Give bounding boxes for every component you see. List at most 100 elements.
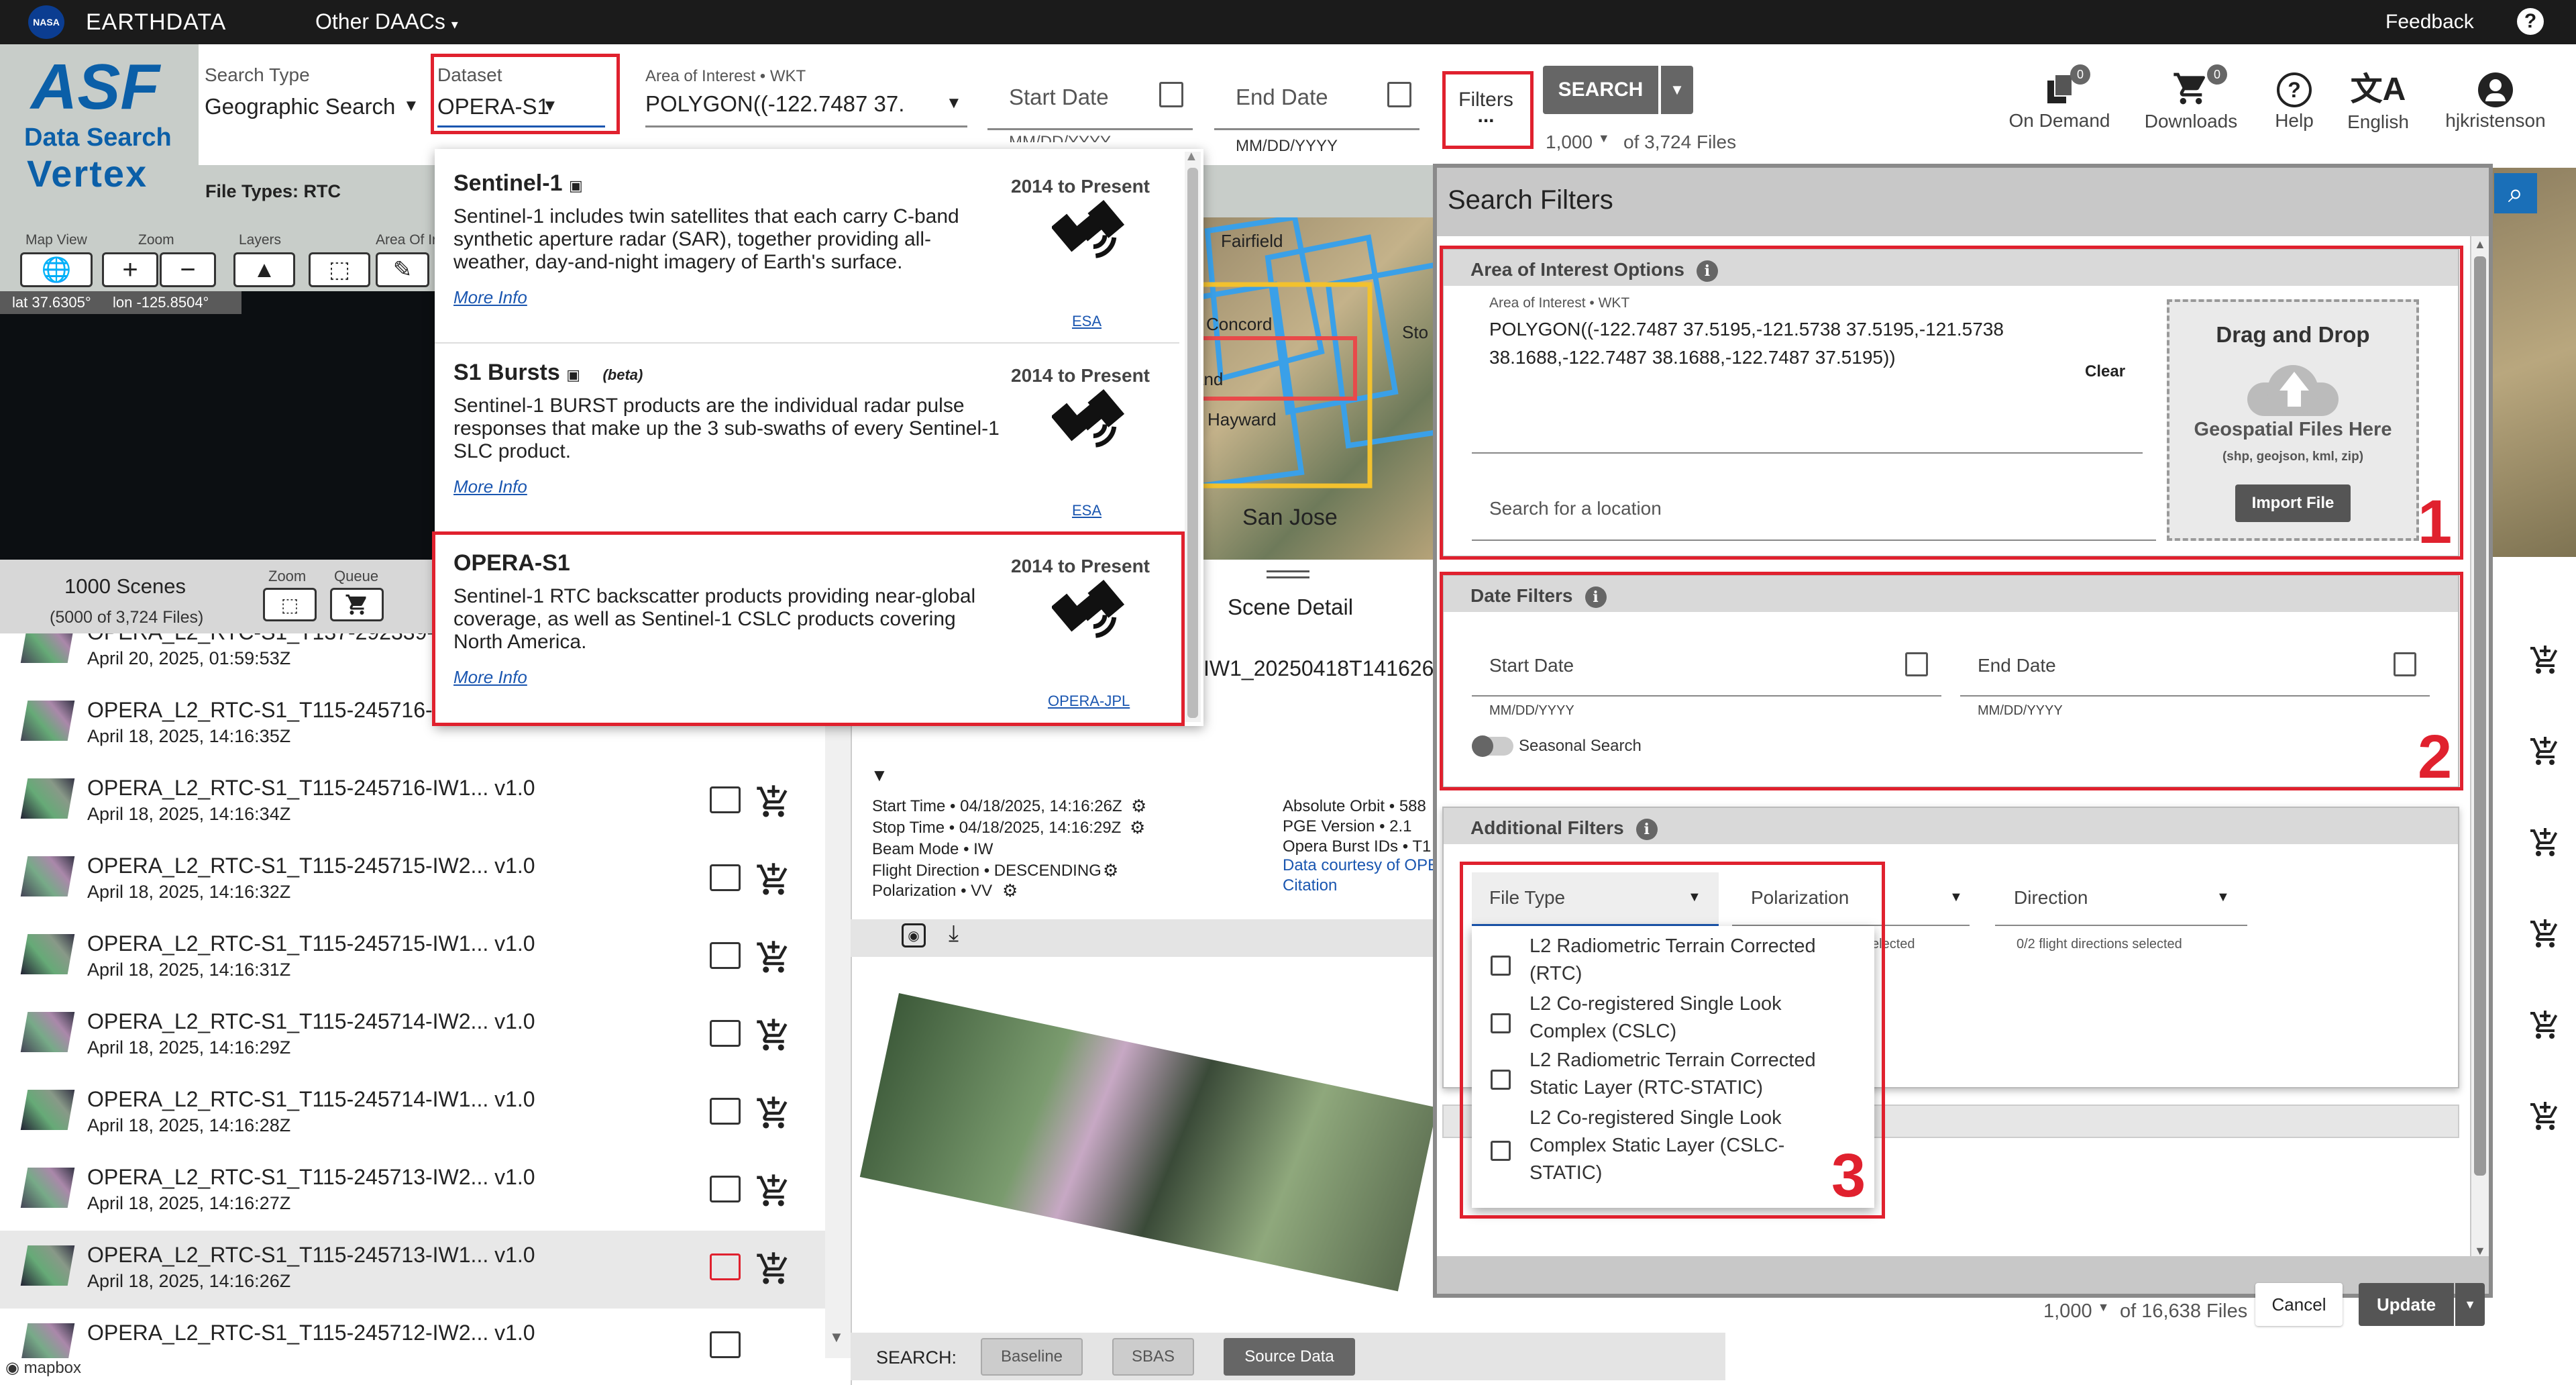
language-nav[interactable]: 文A English — [2341, 64, 2415, 138]
result-row[interactable]: OPERA_L2_RTC-S1_T115-245714-IW2... v1.0 … — [0, 997, 825, 1075]
map-imagery-right[interactable] — [2490, 168, 2576, 557]
download-icon[interactable]: ⤓ — [949, 921, 959, 947]
view-image-icon[interactable]: ◉ — [902, 923, 926, 947]
calendar-icon[interactable] — [1159, 82, 1183, 107]
more-info-link[interactable]: More Info — [453, 667, 527, 688]
import-file-button[interactable]: Import File — [2235, 484, 2351, 522]
baseline-button[interactable]: Baseline — [981, 1338, 1083, 1376]
info-icon[interactable]: i — [1635, 819, 1658, 840]
checkbox[interactable] — [1491, 1013, 1511, 1033]
update-dropdown-button[interactable]: ▼ — [2455, 1283, 2485, 1326]
add-to-queue-button[interactable] — [755, 784, 792, 823]
zoom-to-scene-button[interactable] — [710, 1098, 741, 1125]
expand-triangle-icon[interactable]: ▼ — [871, 765, 888, 786]
calendar-icon[interactable] — [1387, 82, 1411, 107]
wkt-textarea[interactable]: POLYGON((-122.7487 37.5195,-121.5738 37.… — [1472, 313, 2143, 454]
cart-plus-icon[interactable] — [2529, 1100, 2561, 1136]
dataset-select[interactable]: OPERA-S1 ▼ — [437, 94, 605, 127]
search-icon[interactable]: ⌕ — [2494, 173, 2537, 213]
cart-plus-icon[interactable] — [2529, 827, 2561, 862]
downloads-nav[interactable]: 0 Downloads — [2137, 64, 2245, 138]
file-type-option-rtc[interactable]: L2 Radiometric Terrain Corrected (RTC) — [1472, 933, 1874, 989]
result-row-selected[interactable]: OPERA_L2_RTC-S1_T115-245713-IW1... v1.0 … — [0, 1231, 825, 1309]
checkbox[interactable] — [1491, 1070, 1511, 1090]
direction-select[interactable]: Direction ▼ — [1995, 872, 2247, 926]
add-to-queue-button[interactable] — [755, 1095, 792, 1135]
external-link-icon[interactable]: ▣ — [569, 177, 583, 194]
add-to-queue-button[interactable] — [755, 1173, 792, 1213]
other-daacs-menu[interactable]: Other DAACs ▾ — [315, 9, 458, 34]
info-icon[interactable]: i — [1585, 586, 1607, 608]
result-row[interactable]: OPERA_L2_RTC-S1_T115-245715-IW1... v1.0 … — [0, 919, 825, 997]
source-data-button[interactable]: Source Data — [1224, 1338, 1355, 1376]
result-row[interactable]: OPERA_L2_RTC-S1_T115-245714-IW1... v1.0 … — [0, 1075, 825, 1153]
panel-end-date-input[interactable]: End Date — [1960, 646, 2430, 697]
gear-icon[interactable]: ⚙ — [1002, 880, 1018, 901]
search-button[interactable]: SEARCH — [1543, 66, 1658, 114]
panel-scroll-thumb[interactable] — [2474, 256, 2486, 1176]
add-to-queue-button[interactable] — [755, 862, 792, 901]
gear-icon[interactable]: ⚙ — [1103, 860, 1118, 881]
polarization-select[interactable]: Polarization ▼ — [1732, 872, 1970, 926]
zoom-to-scene-button[interactable] — [710, 1020, 741, 1047]
seasonal-toggle[interactable] — [1472, 735, 1513, 757]
data-courtesy-link[interactable]: Data courtesy of OPE — [1283, 856, 1438, 875]
add-to-queue-button[interactable] — [755, 1251, 792, 1290]
dataset-option-sentinel-1[interactable]: Sentinel-1 ▣ 2014 to Present Sentinel-1 … — [435, 156, 1179, 344]
dataset-option-opera-s1[interactable]: OPERA-S1 2014 to Present Sentinel-1 RTC … — [435, 535, 1179, 723]
citation-link[interactable]: Citation — [1283, 876, 1337, 895]
start-date-input[interactable]: Start Date — [987, 81, 1193, 130]
cart-plus-icon[interactable] — [2529, 1009, 2561, 1045]
scroll-up-icon[interactable]: ▲ — [1185, 149, 1198, 164]
scroll-down-icon[interactable]: ▼ — [829, 1329, 844, 1346]
globe-icon[interactable]: 🌐 — [20, 252, 93, 287]
feedback-link[interactable]: Feedback — [2385, 11, 2474, 34]
pencil-icon[interactable]: ✎ — [376, 252, 429, 287]
dataset-option-s1-bursts[interactable]: S1 Bursts ▣ (beta) 2014 to Present Senti… — [435, 345, 1179, 533]
drag-handle-icon[interactable] — [1267, 570, 1309, 578]
external-link-icon[interactable]: ▣ — [566, 366, 580, 383]
checkbox[interactable] — [1491, 1141, 1511, 1161]
dropdown-scroll-thumb[interactable] — [1187, 168, 1198, 718]
gear-icon[interactable]: ⚙ — [1131, 796, 1146, 817]
calendar-icon[interactable] — [2394, 652, 2416, 676]
gear-icon[interactable]: ⚙ — [1130, 817, 1145, 838]
zoom-to-scene-button[interactable] — [710, 786, 741, 813]
filters-button[interactable]: Filters ... — [1442, 72, 1529, 146]
file-type-select[interactable]: File Type ▼ — [1472, 872, 1719, 926]
file-type-option-cslc[interactable]: L2 Co-registered Single Look Complex (CS… — [1472, 990, 1874, 1047]
panel-start-date-input[interactable]: Start Date — [1472, 646, 1941, 697]
help-circle-icon[interactable]: ? — [2517, 8, 2544, 35]
result-row[interactable]: OPERA_L2_RTC-S1_T115-245715-IW2... v1.0 … — [0, 841, 825, 919]
add-to-queue-button[interactable] — [755, 939, 792, 979]
zoom-all-button[interactable]: ⬚ — [263, 588, 317, 621]
more-info-link[interactable]: More Info — [453, 476, 527, 497]
zoom-to-scene-button[interactable] — [710, 942, 741, 969]
search-type-select[interactable]: Geographic Search ▼ — [205, 94, 426, 127]
more-info-link[interactable]: More Info — [453, 287, 527, 308]
results-scrollbar[interactable] — [825, 633, 851, 1358]
result-row[interactable]: OPERA_L2_RTC-S1_T115-245716-IW1... v1.0 … — [0, 764, 825, 841]
earthdata-brand[interactable]: EARTHDATA — [86, 9, 226, 36]
result-row[interactable]: OPERA_L2_RTC-S1_T115-245712-IW2... v1.0 — [0, 1309, 825, 1358]
cancel-button[interactable]: Cancel — [2255, 1283, 2343, 1326]
zoom-in-button[interactable]: + — [102, 252, 158, 287]
zoom-to-scene-button[interactable] — [710, 1331, 741, 1358]
cart-plus-icon[interactable] — [2529, 918, 2561, 954]
update-button[interactable]: Update — [2359, 1283, 2454, 1326]
logo-asf[interactable]: ASF — [31, 55, 160, 119]
sbas-button[interactable]: SBAS — [1112, 1338, 1194, 1376]
location-search-input[interactable]: Search for a location — [1472, 490, 2156, 541]
max-results[interactable]: 1,000 ▼ — [1546, 132, 1610, 153]
aoi-input[interactable]: POLYGON((-122.7487 37. ▼ — [645, 91, 967, 127]
queue-all-button[interactable] — [330, 588, 384, 621]
add-to-queue-button[interactable] — [755, 1017, 792, 1057]
nasa-logo-icon[interactable]: NASA — [28, 5, 64, 39]
clear-button[interactable]: Clear — [2085, 362, 2125, 381]
cart-plus-icon[interactable] — [2529, 644, 2561, 680]
scroll-up-icon[interactable]: ▲ — [2474, 238, 2486, 252]
source-link[interactable]: OPERA-JPL — [1048, 692, 1130, 710]
info-icon[interactable]: i — [1696, 260, 1718, 282]
zoom-to-scene-button[interactable] — [710, 864, 741, 891]
result-row[interactable]: OPERA_L2_RTC-S1_T115-245713-IW2... v1.0 … — [0, 1153, 825, 1231]
